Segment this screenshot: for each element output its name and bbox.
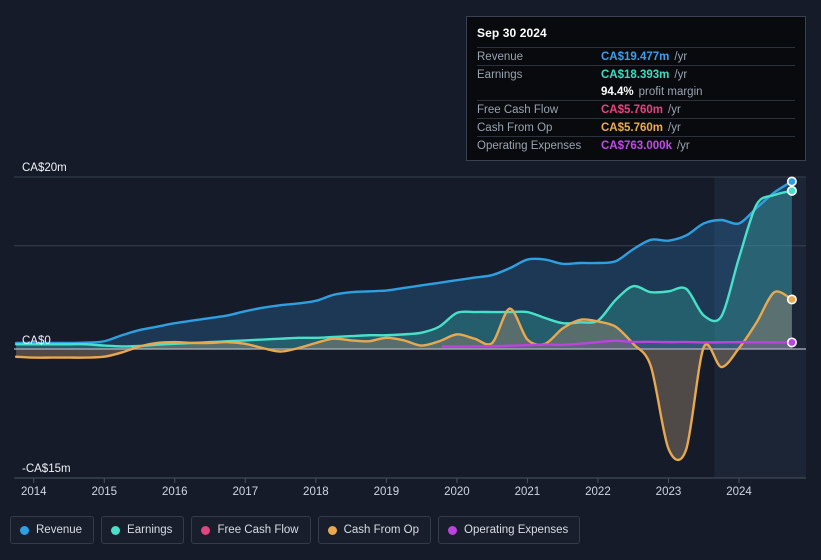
x-tick-label: 2023: [656, 486, 682, 498]
tooltip-row-value-wrap: CA$5.760m/yr: [601, 104, 681, 116]
data-tooltip: Sep 30 2024 Revenue CA$19.477m/yr Earnings…: [466, 16, 806, 161]
tooltip-row-value: CA$763.000k: [601, 140, 672, 152]
y-axis-top-label: CA$20m: [22, 162, 67, 174]
x-tick-label: 2021: [515, 486, 541, 498]
tooltip-date: Sep 30 2024: [477, 26, 547, 40]
tooltip-row-value: CA$5.760m: [601, 122, 664, 134]
legend-item-revenue[interactable]: Revenue: [10, 516, 95, 544]
endpoint-earnings: [788, 187, 796, 195]
tooltip-row: Revenue CA$19.477m/yr: [477, 47, 795, 65]
x-tick-label: 2022: [585, 486, 611, 498]
tooltip-row-unit: /yr: [668, 104, 681, 116]
legend-item-label: Earnings: [127, 524, 173, 536]
legend-item-label: Revenue: [36, 524, 83, 536]
financial-chart-screenshot: { "chart_data": { "type": "line", "title…: [0, 0, 821, 560]
tooltip-row-unit: profit margin: [638, 86, 703, 98]
endpoint-revenue: [788, 178, 796, 185]
tooltip-row-unit: /yr: [676, 140, 690, 152]
legend-color-dot-icon: [327, 525, 337, 535]
legend-color-dot-icon: [448, 525, 458, 535]
legend-item-free-cash-flow[interactable]: Free Cash Flow: [191, 516, 311, 544]
x-tick-label: 2015: [91, 486, 117, 498]
legend-color-dot-icon: [201, 525, 211, 535]
tooltip-row-value-wrap: CA$19.477m/yr: [601, 51, 687, 63]
x-tick-label: 2014: [21, 486, 47, 498]
tooltip-row-value-wrap: 94.4% profit margin: [601, 86, 703, 98]
endpoint-operating-expenses: [788, 339, 796, 346]
tooltip-row-value: CA$18.393m: [601, 69, 670, 81]
y-axis-zero-label: CA$0: [22, 335, 51, 347]
tooltip-row-value-wrap: CA$5.760m/yr: [601, 122, 681, 134]
legend-color-dot-icon: [20, 525, 29, 535]
tooltip-row-value-wrap: CA$763.000k/yr: [601, 140, 690, 152]
legend-item-operating-expenses[interactable]: Operating Expenses: [438, 516, 581, 544]
tooltip-rows: Revenue CA$19.477m/yr Earnings CA$18.393m/y…: [477, 47, 795, 154]
x-tick-label: 2016: [162, 486, 188, 498]
y-axis-bottom-label: -CA$15m: [22, 463, 71, 475]
tooltip-row-label: Cash From Op: [477, 122, 553, 134]
legend-item-label: Cash From Op: [343, 524, 420, 536]
legend-item-earnings[interactable]: Earnings: [101, 516, 185, 544]
x-tick-label: 2018: [303, 486, 329, 498]
tooltip-row-unit: /yr: [668, 122, 681, 134]
tooltip-row: Earnings CA$18.393m/yr: [477, 65, 795, 83]
tooltip-row-value-wrap: CA$18.393m/yr: [601, 69, 687, 81]
chart-legend: Revenue Earnings Free Cash Flow Cash From O…: [10, 516, 581, 544]
tooltip-row: 94.4% profit margin: [477, 83, 795, 100]
tooltip-row-label: Earnings: [477, 69, 523, 81]
endpoint-cash-from-op: [788, 296, 796, 303]
tooltip-row-value: CA$5.760m: [601, 104, 664, 116]
legend-item-cash-from-op[interactable]: Cash From Op: [317, 516, 432, 544]
tooltip-row: Cash From Op CA$5.760m/yr: [477, 118, 795, 136]
tooltip-row-unit: /yr: [674, 69, 688, 81]
tooltip-row-label: Revenue: [477, 51, 524, 63]
x-tick-label: 2024: [726, 486, 752, 498]
x-tick-label: 2017: [233, 486, 259, 498]
legend-item-label: Operating Expenses: [464, 524, 569, 536]
tooltip-row-unit: /yr: [674, 51, 688, 63]
tooltip-row-value: CA$19.477m: [601, 51, 670, 63]
legend-color-dot-icon: [111, 525, 121, 535]
x-tick-label: 2020: [444, 486, 470, 498]
tooltip-row-label: Free Cash Flow: [477, 104, 559, 116]
tooltip-row-value: 94.4%: [601, 86, 634, 98]
tooltip-row: Free Cash Flow CA$5.760m/yr: [477, 100, 795, 118]
x-tick-label: 2019: [374, 486, 400, 498]
tooltip-row-label: Operating Expenses: [477, 140, 582, 152]
legend-item-label: Free Cash Flow: [217, 524, 299, 536]
tooltip-row: Operating Expenses CA$763.000k/yr: [477, 136, 795, 154]
